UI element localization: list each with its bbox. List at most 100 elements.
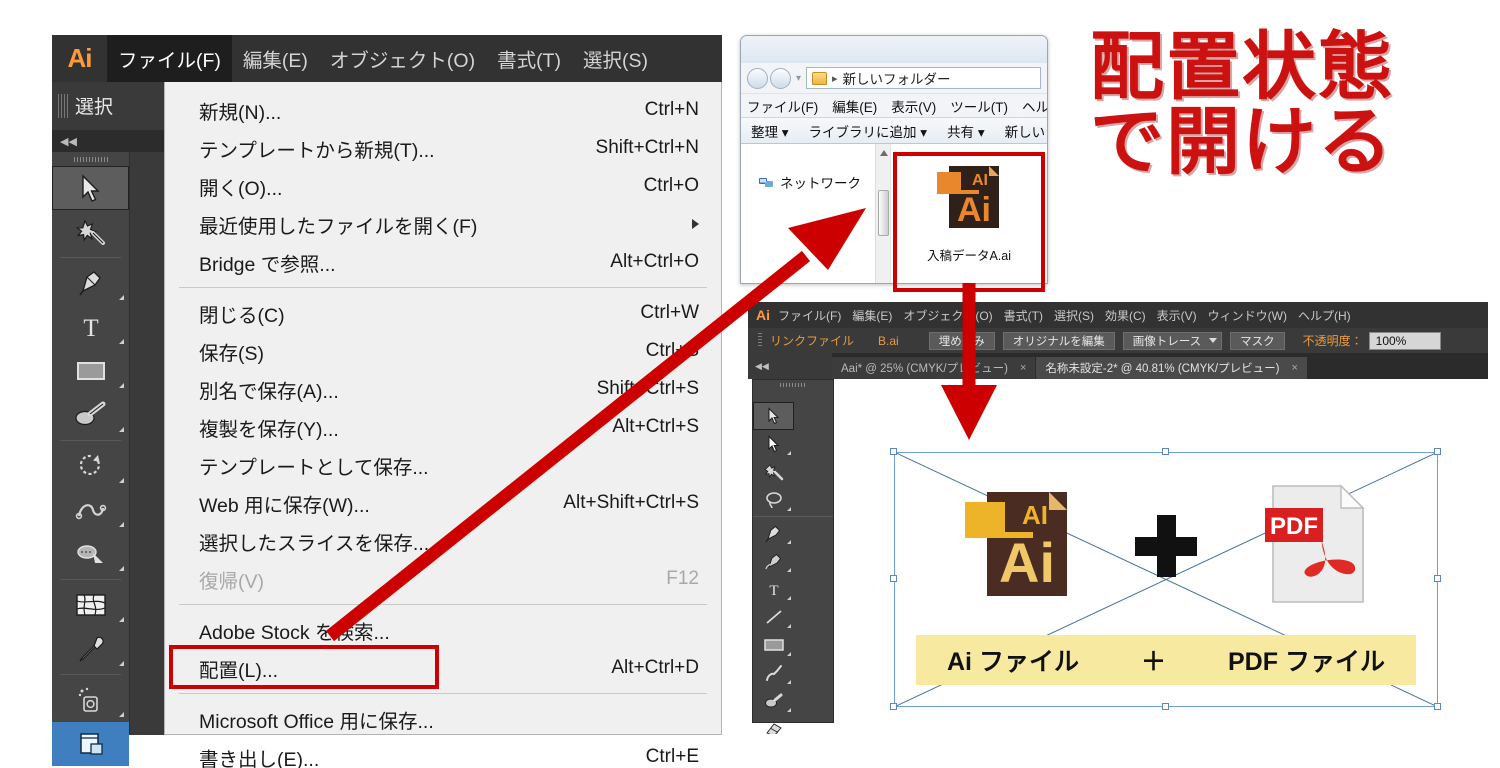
nav-item-network[interactable]: ネットワーク xyxy=(759,172,890,192)
artboard-tool[interactable] xyxy=(52,722,129,766)
history-dropdown-icon[interactable]: ▾ xyxy=(796,73,801,84)
explorer-scrollbar[interactable] xyxy=(875,144,890,283)
placed-artwork-selection[interactable]: AI Ai PDF Ai ファイル ＋ PDF ファイル xyxy=(890,448,1441,710)
explorer-menu-view[interactable]: 表示(V) xyxy=(891,96,936,116)
back-button-icon[interactable] xyxy=(747,67,768,89)
embed-button[interactable]: 埋め込み xyxy=(928,331,995,350)
list-item[interactable]: AI Ai 入稿データA.ai xyxy=(921,158,1017,283)
doc-menu-window[interactable]: ウィンドウ(W) xyxy=(1208,307,1287,324)
menu-file[interactable]: ファイル(F) xyxy=(107,35,232,82)
menu-item-open-recent[interactable]: 最近使用したファイルを開く(F) xyxy=(165,205,721,243)
magic-wand-tool[interactable] xyxy=(753,458,794,486)
menu-item-save[interactable]: 保存(S) Ctrl+S xyxy=(165,332,721,370)
menu-item-save-a-copy[interactable]: 複製を保存(Y)... Alt+Ctrl+S xyxy=(165,408,721,446)
selection-handle[interactable] xyxy=(1162,703,1169,710)
doc-menu-select[interactable]: 選択(S) xyxy=(1054,307,1094,324)
menu-separator xyxy=(179,693,707,694)
menu-item-close[interactable]: 閉じる(C) Ctrl+W xyxy=(165,294,721,332)
explorer-menu-tools[interactable]: ツール(T) xyxy=(950,96,1008,116)
tool-panel-grip[interactable] xyxy=(52,152,129,166)
selection-tool[interactable] xyxy=(753,402,794,430)
menu-item-save-selected-slices[interactable]: 選択したスライスを保存... xyxy=(165,522,721,560)
opacity-input[interactable]: 100% xyxy=(1368,331,1441,350)
menu-item-new-from-template[interactable]: テンプレートから新規(T)... Shift+Ctrl+N xyxy=(165,129,721,167)
eyedropper-tool[interactable] xyxy=(52,627,129,671)
symbol-sprayer-tool[interactable] xyxy=(52,678,129,722)
doc-menu-type[interactable]: 書式(T) xyxy=(1004,307,1043,324)
organize-button[interactable]: 整理 ▾ xyxy=(751,121,789,141)
scale-warp-tool[interactable] xyxy=(52,488,129,532)
panel-collapse-button[interactable]: ◀◀ xyxy=(748,353,832,379)
direct-selection-tool[interactable] xyxy=(753,430,794,458)
curvature-tool[interactable] xyxy=(753,547,794,575)
menu-item-place[interactable]: 配置(L)... Alt+Ctrl+D xyxy=(165,645,721,689)
paintbrush-tool[interactable] xyxy=(52,393,129,437)
mask-button[interactable]: マスク xyxy=(1230,331,1285,350)
panel-collapse-button[interactable]: ◀◀ xyxy=(52,130,164,152)
shaper-tool[interactable] xyxy=(753,687,794,715)
svg-text:PDF: PDF xyxy=(1270,513,1318,540)
mesh-tool[interactable] xyxy=(52,583,129,627)
magic-wand-tool[interactable] xyxy=(52,210,129,254)
selection-handle[interactable] xyxy=(890,703,897,710)
tab-untitled-2[interactable]: 名称未設定-2* @ 40.81% (CMYK/プレビュー) × xyxy=(1036,357,1308,379)
menu-item-search-adobe-stock[interactable]: Adobe Stock を検索... xyxy=(165,611,721,649)
menu-item-save-for-microsoft-office[interactable]: Microsoft Office 用に保存... xyxy=(165,700,721,738)
scrollbar-thumb[interactable] xyxy=(878,190,889,236)
tab-aai[interactable]: Aai* @ 25% (CMYK/プレビュー) × xyxy=(832,357,1037,379)
line-segment-tool[interactable] xyxy=(753,603,794,631)
rectangle-tool[interactable] xyxy=(52,349,129,393)
doc-menu-view[interactable]: 表示(V) xyxy=(1157,307,1197,324)
menu-item-save-as-template[interactable]: テンプレートとして保存... xyxy=(165,446,721,484)
menu-item-browse-in-bridge[interactable]: Bridge で参照... Alt+Ctrl+O xyxy=(165,243,721,281)
doc-menu-effect[interactable]: 効果(C) xyxy=(1105,307,1146,324)
add-to-library-button[interactable]: ライブラリに追加 ▾ xyxy=(809,121,928,141)
doc-menu-edit[interactable]: 編集(E) xyxy=(852,307,892,324)
selection-handle[interactable] xyxy=(1162,448,1169,455)
share-button[interactable]: 共有 ▾ xyxy=(947,121,985,141)
tool-panel-grip[interactable] xyxy=(753,380,833,390)
tool-flyout-indicator xyxy=(119,712,124,717)
pen-tool[interactable] xyxy=(52,261,129,305)
doc-menu-file[interactable]: ファイル(F) xyxy=(778,307,841,324)
selection-handle[interactable] xyxy=(890,448,897,455)
explorer-titlebar[interactable] xyxy=(741,36,1047,63)
explorer-menu-file[interactable]: ファイル(F) xyxy=(747,96,818,116)
new-folder-button[interactable]: 新しいフォルダー xyxy=(1005,121,1047,141)
menu-item-new[interactable]: 新規(N)... Ctrl+N xyxy=(165,91,721,129)
close-icon[interactable]: × xyxy=(1291,362,1297,374)
image-trace-dropdown[interactable]: 画像トレース xyxy=(1122,331,1223,350)
menu-object[interactable]: オブジェクト(O) xyxy=(319,35,486,82)
menu-select[interactable]: 選択(S) xyxy=(572,35,659,82)
lasso-tool[interactable] xyxy=(753,486,794,514)
explorer-menu-help[interactable]: ヘルプ(H) xyxy=(1022,96,1047,116)
selection-tool[interactable] xyxy=(52,166,129,210)
rotate-tool[interactable] xyxy=(52,444,129,488)
menu-edit[interactable]: 編集(E) xyxy=(232,35,319,82)
menu-type[interactable]: 書式(T) xyxy=(486,35,572,82)
menu-item-open[interactable]: 開く(O)... Ctrl+O xyxy=(165,167,721,205)
width-tool[interactable] xyxy=(52,532,129,576)
eraser-tool[interactable] xyxy=(753,715,794,734)
selection-handle[interactable] xyxy=(1434,703,1441,710)
address-bar[interactable]: ▸ 新しいフォルダー xyxy=(806,67,1041,89)
scroll-up-arrow-icon[interactable] xyxy=(880,150,888,156)
control-bar-grip[interactable] xyxy=(758,333,762,348)
type-tool[interactable]: T xyxy=(52,305,129,349)
menu-item-save-as[interactable]: 別名で保存(A)... Shift+Ctrl+S xyxy=(165,370,721,408)
control-bar-grip[interactable] xyxy=(58,93,69,118)
doc-menu-object[interactable]: オブジェクト(O) xyxy=(903,307,992,324)
menu-item-export[interactable]: 書き出し(E)... Ctrl+E xyxy=(165,738,721,768)
menu-item-save-for-web[interactable]: Web 用に保存(W)... Alt+Shift+Ctrl+S xyxy=(165,484,721,522)
tool-flyout-indicator xyxy=(787,708,791,712)
explorer-menu-edit[interactable]: 編集(E) xyxy=(832,96,877,116)
pen-tool[interactable] xyxy=(753,519,794,547)
forward-button-icon[interactable] xyxy=(770,67,791,89)
rectangle-tool[interactable] xyxy=(753,631,794,659)
type-tool[interactable]: T xyxy=(753,575,794,603)
close-icon[interactable]: × xyxy=(1020,362,1026,374)
doc-menu-help[interactable]: ヘルプ(H) xyxy=(1298,307,1351,324)
selection-handle[interactable] xyxy=(1434,448,1441,455)
edit-original-button[interactable]: オリジナルを編集 xyxy=(1002,331,1115,350)
paintbrush-tool[interactable] xyxy=(753,659,794,687)
